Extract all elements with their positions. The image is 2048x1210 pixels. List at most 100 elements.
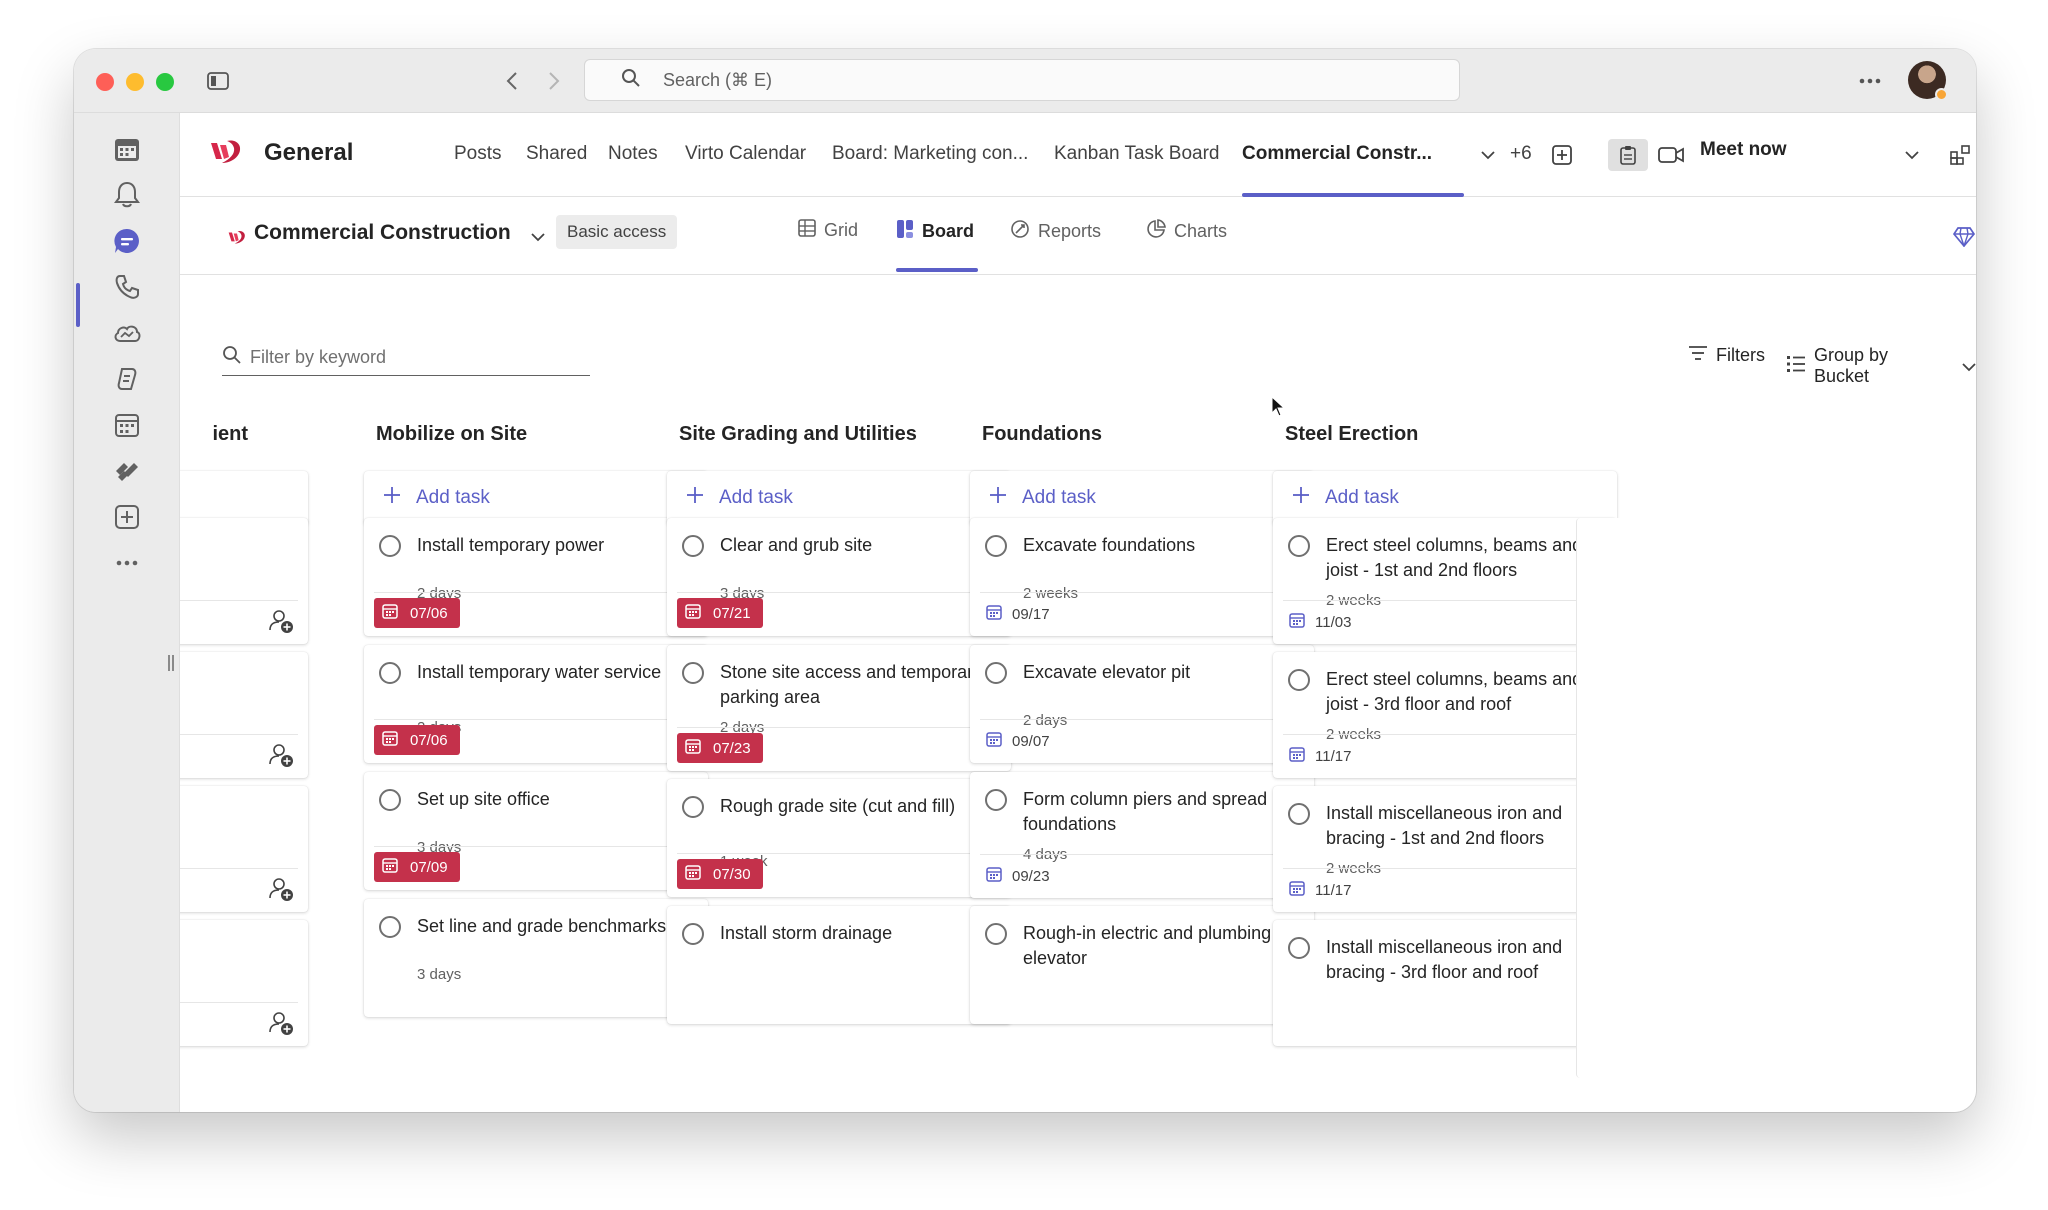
rail-add-app-icon[interactable] <box>74 495 180 539</box>
video-camera-icon[interactable] <box>1656 143 1686 167</box>
assign-user-icon[interactable] <box>268 1010 294 1036</box>
assign-user-icon[interactable] <box>268 608 294 634</box>
rail-calendar-icon[interactable] <box>74 127 180 171</box>
tab-virto-calendar[interactable]: Virto Calendar <box>685 143 806 165</box>
complete-task-checkbox[interactable] <box>379 916 401 938</box>
sidebar-toggle-icon[interactable] <box>202 65 234 97</box>
complete-task-checkbox[interactable] <box>379 789 401 811</box>
complete-task-checkbox[interactable] <box>985 662 1007 684</box>
due-date[interactable]: 11/03 <box>1289 612 1351 632</box>
task-card[interactable]: Install storm drainage <box>667 906 1011 1024</box>
due-date[interactable]: 11/17 <box>1289 746 1351 766</box>
close-window-button[interactable] <box>96 73 114 91</box>
bucket-title[interactable]: ient <box>212 423 248 446</box>
due-date[interactable]: 11/17 <box>1289 880 1351 900</box>
back-arrow-icon[interactable] <box>496 65 528 97</box>
task-card[interactable]: ngs and order levator <box>180 786 308 912</box>
complete-task-checkbox[interactable] <box>985 789 1007 811</box>
view-tab-grid[interactable]: Grid <box>798 219 858 242</box>
rail-apps-calendar-icon[interactable] <box>74 403 180 447</box>
meet-now-chevron-icon[interactable] <box>1904 147 1920 163</box>
due-date-overdue[interactable]: 07/21 <box>677 598 763 628</box>
task-card[interactable]: Form column piers and spread foundations… <box>970 772 1314 898</box>
meeting-notes-icon[interactable] <box>1608 139 1648 171</box>
task-card[interactable]: Set line and grade benchmarks 3 days <box>364 899 708 1017</box>
bucket-title[interactable]: Site Grading and Utilities <box>679 423 917 446</box>
task-card[interactable]: Set up site office 3 days 07/09 <box>364 772 708 890</box>
group-by-bucket-button[interactable]: Group by Bucket <box>1786 345 1976 387</box>
tab-shared[interactable]: Shared <box>526 143 587 165</box>
complete-task-checkbox[interactable] <box>682 923 704 945</box>
rail-activity-bell-icon[interactable] <box>74 173 180 217</box>
task-card[interactable]: Rough-in electric and plumbing in elevat… <box>970 906 1314 1024</box>
more-tabs-count[interactable]: +6 <box>1510 143 1532 165</box>
complete-task-checkbox[interactable] <box>1288 535 1310 557</box>
more-options-icon[interactable] <box>1854 65 1886 97</box>
tab-board-marketing[interactable]: Board: Marketing con... <box>832 143 1028 165</box>
rail-planner-icon[interactable] <box>74 449 180 493</box>
due-date-overdue[interactable]: 07/06 <box>374 598 460 628</box>
complete-task-checkbox[interactable] <box>682 662 704 684</box>
global-search-bar[interactable]: Search (⌘ E) <box>584 59 1460 101</box>
tab-commercial-construction[interactable]: Commercial Constr... <box>1242 143 1432 165</box>
complete-task-checkbox[interactable] <box>682 535 704 557</box>
meet-now-button[interactable]: Meet now <box>1700 139 1787 161</box>
bucket-title[interactable]: Steel Erection <box>1285 423 1418 446</box>
complete-task-checkbox[interactable] <box>985 535 1007 557</box>
task-card[interactable]: Excavate foundations 2 weeks 09/17 <box>970 518 1314 636</box>
due-date[interactable]: 09/23 <box>986 866 1050 886</box>
app-title-chevron-icon[interactable] <box>530 231 546 243</box>
rail-calls-icon[interactable] <box>74 265 180 309</box>
forward-arrow-icon[interactable] <box>538 65 570 97</box>
tab-kanban-task-board[interactable]: Kanban Task Board <box>1054 143 1220 165</box>
assign-user-icon[interactable] <box>268 742 294 768</box>
add-task-button[interactable]: Add task <box>667 471 1011 525</box>
rail-onedrive-cloud-icon[interactable] <box>74 311 180 355</box>
bucket-title[interactable]: Foundations <box>982 423 1102 446</box>
add-task-button[interactable]: Add task <box>364 471 708 525</box>
filters-button[interactable]: Filters <box>1688 345 1765 366</box>
task-card[interactable]: Install miscellaneous iron and bracing -… <box>1273 920 1617 1046</box>
view-tab-board[interactable]: Board <box>896 219 974 244</box>
complete-task-checkbox[interactable] <box>1288 937 1310 959</box>
apps-grid-icon[interactable] <box>1948 143 1972 167</box>
task-card[interactable]: Excavate elevator pit 2 days 09/07 <box>970 645 1314 763</box>
add-task-button[interactable]: Add task <box>1273 471 1617 525</box>
task-card[interactable]: Install miscellaneous iron and bracing -… <box>1273 786 1617 912</box>
rail-more-icon[interactable] <box>74 541 180 585</box>
complete-task-checkbox[interactable] <box>379 535 401 557</box>
minimize-window-button[interactable] <box>126 73 144 91</box>
due-date-overdue[interactable]: 07/30 <box>677 859 763 889</box>
task-card[interactable]: Stone site access and temporary parking … <box>667 645 1011 771</box>
maximize-window-button[interactable] <box>156 73 174 91</box>
complete-task-checkbox[interactable] <box>985 923 1007 945</box>
rail-resize-handle[interactable] <box>168 655 174 671</box>
task-card[interactable]: Erect steel columns, beams and joist - 1… <box>1273 518 1617 644</box>
task-card[interactable]: ngs and order teel <box>180 518 308 644</box>
bucket-title[interactable]: Mobilize on Site <box>376 423 527 446</box>
task-card[interactable]: Install temporary water service2 days07/… <box>364 645 708 763</box>
task-card[interactable]: ngs and order lumbing <box>180 920 308 1046</box>
view-tab-reports[interactable]: Reports <box>1010 219 1101 244</box>
due-date-overdue[interactable]: 07/09 <box>374 852 460 882</box>
assign-user-icon[interactable] <box>268 876 294 902</box>
complete-task-checkbox[interactable] <box>1288 803 1310 825</box>
task-card[interactable]: ngs and order oofing <box>180 652 308 778</box>
add-task-button[interactable]: Add task <box>970 471 1314 525</box>
due-date-overdue[interactable]: 07/23 <box>677 733 763 763</box>
add-tab-icon[interactable] <box>1550 143 1574 167</box>
task-card[interactable]: Install temporary power 2 days 07/06 <box>364 518 708 636</box>
view-tab-charts[interactable]: Charts <box>1146 219 1227 244</box>
app-title[interactable]: Commercial Construction <box>254 221 511 245</box>
task-card[interactable]: Clear and grub site 3 days 07/21 <box>667 518 1011 636</box>
add-task-button[interactable] <box>180 471 308 525</box>
rail-copilot-icon[interactable] <box>74 357 180 401</box>
complete-task-checkbox[interactable] <box>1288 669 1310 691</box>
tab-posts[interactable]: Posts <box>454 143 502 165</box>
complete-task-checkbox[interactable] <box>682 796 704 818</box>
due-date-overdue[interactable]: 07/06 <box>374 725 460 755</box>
task-card[interactable]: Rough grade site (cut and fill)1 week07/… <box>667 779 1011 897</box>
due-date[interactable]: 09/07 <box>986 731 1050 751</box>
filter-keyword-input[interactable]: Filter by keyword <box>222 340 590 376</box>
complete-task-checkbox[interactable] <box>379 662 401 684</box>
